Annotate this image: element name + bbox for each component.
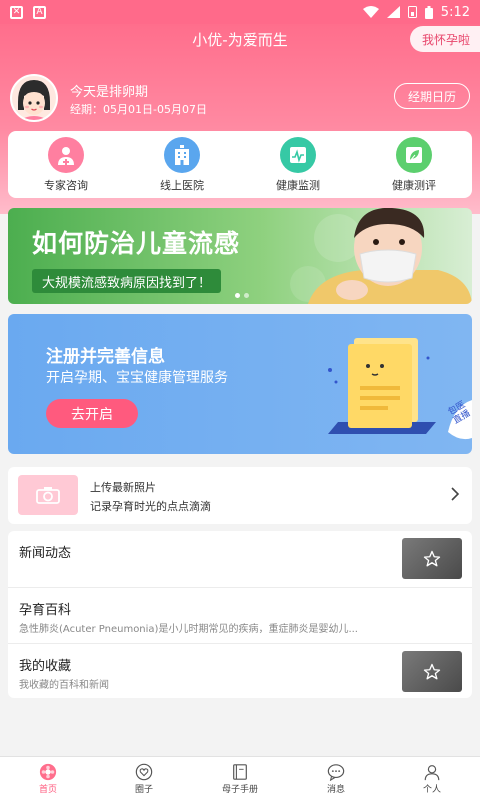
notification-a-icon: A <box>33 5 46 19</box>
camera-icon <box>18 475 78 515</box>
upload-photo-card[interactable]: 上传最新照片 记录孕育时光的点点滴滴 <box>8 467 472 524</box>
list-item-news[interactable]: 新闻动态 <box>8 531 472 586</box>
upload-subtitle: 记录孕育时光的点点滴滴 <box>90 500 211 513</box>
tab-messages[interactable]: 消息 <box>288 757 384 800</box>
avatar[interactable] <box>10 74 58 122</box>
period-calendar-button[interactable]: 经期日历 <box>393 83 470 109</box>
pregnancy-button[interactable]: 我怀孕啦 <box>409 26 480 52</box>
message-icon <box>327 763 345 781</box>
wifi-icon <box>362 6 379 18</box>
tab-label: 消息 <box>326 784 345 795</box>
quick-label: 专家咨询 <box>44 178 88 192</box>
title-bar: 小优-为爱而生 <box>0 24 480 54</box>
tab-home[interactable]: 首页 <box>0 757 96 800</box>
quick-label: 线上医院 <box>160 178 204 192</box>
tab-label: 个人 <box>422 784 441 795</box>
flu-banner-title: 如何防治儿童流感 <box>32 229 241 258</box>
list-item-subtitle: 急性肺炎(Acuter Pneumonia)是小儿时期常见的疾病，重症肺炎是婴幼… <box>19 624 358 635</box>
flu-banner[interactable]: 如何防治儿童流感 大规模流感致病原因找到了！ <box>8 208 472 304</box>
list-item-encyclopedia[interactable]: 孕育百科 急性肺炎(Acuter Pneumonia)是小儿时期常见的疾病，重症… <box>8 587 472 642</box>
flu-banner-subtitle: 大规模流感致病原因找到了！ <box>32 269 222 293</box>
list-item-title: 我的收藏 <box>19 659 72 674</box>
list-item-subtitle: 我收藏的百科和新闻 <box>19 680 109 691</box>
chevron-right-icon <box>451 487 460 501</box>
register-banner-title: 注册并完善信息 <box>46 347 165 367</box>
register-start-button[interactable]: 去开启 <box>46 399 138 428</box>
home-flower-icon <box>39 763 57 780</box>
list-item-favorites[interactable]: 我的收藏 我收藏的百科和新闻 <box>8 643 472 698</box>
tab-circle[interactable]: 圈子 <box>96 757 192 800</box>
person-icon <box>424 764 440 780</box>
content-list: 新闻动态 孕育百科 急性肺炎(Acuter Pneumonia)是小儿时期常见的… <box>8 531 472 698</box>
handbook-icon <box>233 763 247 780</box>
star-icon <box>423 663 441 679</box>
tab-label: 圈子 <box>134 784 153 795</box>
list-thumbnail <box>402 651 462 692</box>
list-item-title: 孕育百科 <box>19 603 72 618</box>
tab-label: 首页 <box>38 784 57 795</box>
battery-icon <box>424 5 433 19</box>
quick-item-hospital[interactable]: 线上医院 <box>124 131 240 198</box>
quick-label: 健康监测 <box>276 178 320 192</box>
carousel-dots <box>235 293 249 298</box>
status-time: 5:12 <box>440 4 470 20</box>
tab-profile[interactable]: 个人 <box>384 757 480 800</box>
heart-circle-icon <box>135 763 153 780</box>
list-thumbnail <box>402 538 462 579</box>
doctor-icon <box>48 136 84 173</box>
list-item-title: 新闻动态 <box>19 546 72 561</box>
app-title: 小优-为爱而生 <box>192 30 288 49</box>
quick-label: 健康测评 <box>392 178 436 192</box>
quick-actions: 专家咨询 线上医院 健康监测 健康测评 <box>8 131 472 198</box>
girl-avatar-icon <box>12 76 56 120</box>
register-banner: 注册并完善信息 开启孕期、宝宝健康管理服务 去开启 包医直播 <box>8 314 472 454</box>
register-banner-subtitle: 开启孕期、宝宝健康管理服务 <box>46 370 228 386</box>
sim-icon <box>407 6 417 18</box>
monitor-icon <box>280 136 316 173</box>
signal-icon <box>386 6 400 18</box>
status-bar: ✕ A 5:12 <box>0 0 480 24</box>
leaf-icon <box>396 136 432 173</box>
quick-item-expert[interactable]: 专家咨询 <box>8 131 124 198</box>
star-icon <box>423 550 441 566</box>
quick-item-evaluation[interactable]: 健康测评 <box>356 131 472 198</box>
period-date: 经期：05月01日-05月07日 <box>70 103 207 116</box>
upload-title: 上传最新照片 <box>90 481 156 494</box>
period-status: 今天是排卵期 <box>70 85 149 100</box>
tab-label: 母子手册 <box>221 784 258 795</box>
quick-item-monitor[interactable]: 健康监测 <box>240 131 356 198</box>
hospital-icon <box>164 136 200 173</box>
tab-handbook[interactable]: 母子手册 <box>192 757 288 800</box>
notification-x-icon: ✕ <box>10 5 23 19</box>
bottom-tab-bar: 首页 圈子 母子手册 消息 个人 <box>0 756 480 800</box>
